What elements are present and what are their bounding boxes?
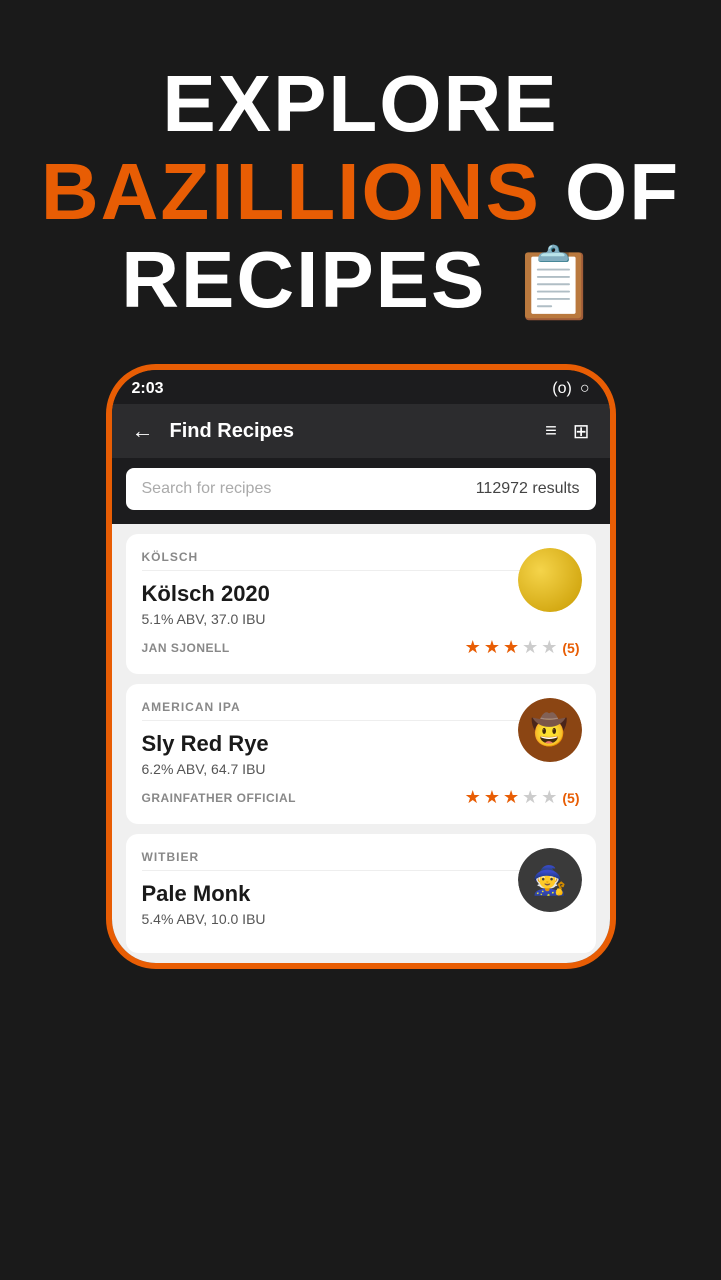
palemonk-thumb-image: 🧙 (518, 848, 582, 912)
recipe-divider-1 (142, 570, 580, 571)
recipe-stats-slyrye: 6.2% ABV, 64.7 IBU (142, 761, 580, 777)
recipe-footer-kolsch: JAN SJONELL ★ ★ ★ ★ ★ (5) (142, 637, 580, 658)
recipe-card-palemonk[interactable]: 🧙 WITBIER Pale Monk 5.4% ABV, 10.0 IBU (126, 834, 596, 953)
grid-icon[interactable]: ⊞ (573, 419, 590, 444)
search-bar-container: Search for recipes 112972 results (112, 458, 610, 524)
recipe-name-slyrye: Sly Red Rye (142, 731, 580, 757)
hero-of-text: OF (541, 147, 680, 236)
recipe-type-slyrye: AMERICAN IPA (142, 700, 580, 714)
palemonk-thumbnail: 🧙 (518, 848, 582, 912)
status-bar-right: (o) ○ (552, 380, 589, 398)
sly-star-3: ★ (503, 787, 519, 808)
hero-line1: EXPLORE (162, 59, 558, 148)
star-2: ★ (484, 637, 500, 658)
filter-icon[interactable]: ≡ (545, 420, 557, 443)
hero-orange-text: BAZILLIONS (41, 147, 541, 236)
star-4: ★ (522, 637, 538, 658)
hero-title: EXPLORE BAZILLIONS OF RECIPES 📋 (30, 60, 691, 324)
recipes-list: KÖLSCH Kölsch 2020 5.1% ABV, 37.0 IBU JA… (112, 524, 610, 963)
recipe-type-palemonk: WITBIER (142, 850, 580, 864)
nav-right: ≡ ⊞ (545, 419, 589, 444)
signal-icon: (o) (552, 380, 572, 398)
phone-container: 2:03 (o) ○ ← Find Recipes ≡ ⊞ Search for… (106, 364, 616, 969)
kolsch-thumb-image (518, 548, 582, 612)
recipe-icon: 📋 (511, 245, 600, 322)
slyrye-thumb-image: 🤠 (518, 698, 582, 762)
status-time: 2:03 (132, 380, 164, 398)
nav-bar: ← Find Recipes ≡ ⊞ (112, 404, 610, 458)
recipe-footer-slyrye: GRAINFATHER OFFICIAL ★ ★ ★ ★ ★ (5) (142, 787, 580, 808)
recipe-divider-3 (142, 870, 580, 871)
rating-count-kolsch: (5) (562, 640, 579, 656)
nav-title: Find Recipes (170, 420, 294, 443)
search-bar[interactable]: Search for recipes 112972 results (126, 468, 596, 510)
slyrye-thumbnail: 🤠 (518, 698, 582, 762)
recipe-name-palemonk: Pale Monk (142, 881, 580, 907)
recipe-card-slyrye[interactable]: 🤠 AMERICAN IPA Sly Red Rye 6.2% ABV, 64.… (126, 684, 596, 824)
hero-section: EXPLORE BAZILLIONS OF RECIPES 📋 (0, 0, 721, 364)
recipe-type-kolsch: KÖLSCH (142, 550, 580, 564)
star-5: ★ (541, 637, 557, 658)
back-button[interactable]: ← (132, 418, 154, 444)
recipe-author-kolsch: JAN SJONELL (142, 641, 230, 655)
search-placeholder: Search for recipes (142, 480, 272, 498)
recipe-divider-2 (142, 720, 580, 721)
hero-line3: RECIPES (121, 235, 486, 324)
recipe-rating-kolsch: ★ ★ ★ ★ ★ (5) (465, 637, 580, 658)
recipe-stats-palemonk: 5.4% ABV, 10.0 IBU (142, 911, 580, 927)
recipe-card-kolsch[interactable]: KÖLSCH Kölsch 2020 5.1% ABV, 37.0 IBU JA… (126, 534, 596, 674)
recipe-author-slyrye: GRAINFATHER OFFICIAL (142, 791, 296, 805)
recipe-name-kolsch: Kölsch 2020 (142, 581, 580, 607)
sly-star-1: ★ (465, 787, 481, 808)
kolsch-thumbnail (518, 548, 582, 612)
sly-star-5: ★ (541, 787, 557, 808)
star-1: ★ (465, 637, 481, 658)
status-bar: 2:03 (o) ○ (112, 370, 610, 404)
battery-icon: ○ (580, 380, 590, 398)
recipe-stats-kolsch: 5.1% ABV, 37.0 IBU (142, 611, 580, 627)
star-3: ★ (503, 637, 519, 658)
sly-star-4: ★ (522, 787, 538, 808)
nav-left: ← Find Recipes (132, 418, 294, 444)
rating-count-slyrye: (5) (562, 790, 579, 806)
recipe-rating-slyrye: ★ ★ ★ ★ ★ (5) (465, 787, 580, 808)
sly-star-2: ★ (484, 787, 500, 808)
search-results-count: 112972 results (476, 480, 580, 498)
